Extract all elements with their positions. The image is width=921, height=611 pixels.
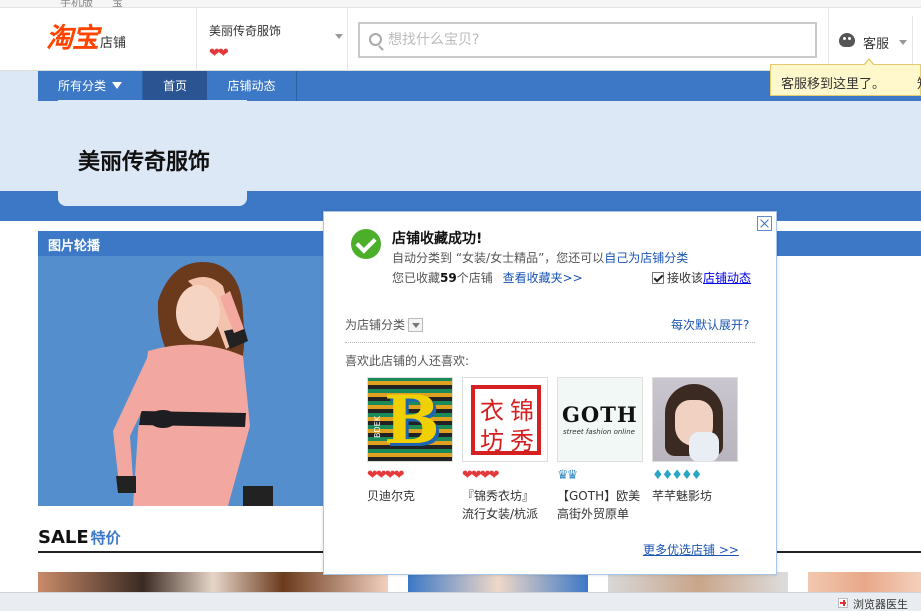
tooltip-text: 客服移到这里了。 (781, 77, 886, 92)
nav-all-categories[interactable]: 所有分类 (38, 71, 143, 101)
shop-category-select[interactable]: 为店铺分类 (345, 316, 424, 333)
shop-info-dropdown[interactable]: 美丽传奇服饰 ❤❤ (196, 8, 348, 71)
recommended-shop[interactable]: ♦♦♦♦♦ 芊芊魅影坊 (652, 377, 738, 505)
chevron-down-icon (335, 34, 343, 39)
shop-title: 美丽传奇服饰 (78, 150, 211, 175)
sale-cn: 特价 (90, 529, 121, 547)
shop-rank-diamonds: ♦♦♦♦♦ (652, 468, 702, 483)
shop-name: 美丽传奇服饰 (209, 24, 282, 38)
also-liked-label: 喜欢此店铺的人还喜欢: (345, 354, 470, 368)
recommended-shops: BDEK B ❤❤❤❤ 贝迪尔克 锦 衣 秀 坊 ❤❤❤❤ 『锦秀衣坊』 流行女… (367, 377, 747, 527)
favorites-suffix: 个店铺 (456, 271, 493, 285)
model-photo (38, 256, 324, 506)
sale-item-thumbnail[interactable] (38, 572, 388, 592)
shop-rank-crowns: ♛♛ (557, 468, 578, 483)
receive-updates-option[interactable]: 接收该店铺动态 (652, 269, 751, 286)
seal-char: 秀 (510, 427, 534, 455)
sale-heading: SALE 特价 (38, 527, 121, 548)
search-icon (369, 33, 382, 46)
auto-category-text: 自动分类到 “女装/女士精品”，您还可以自己为店铺分类 (392, 249, 688, 266)
image-carousel[interactable]: 图片轮播 (38, 231, 324, 506)
auto-category-prefix: 自动分类到 “女装/女士精品”，您还可以 (392, 251, 605, 265)
favorites-count: 59 (440, 271, 457, 285)
sale-en: SALE (38, 527, 89, 548)
shop-logo[interactable]: 锦 衣 秀 坊 (462, 377, 548, 462)
dialog-divider (345, 342, 755, 343)
default-expand-link[interactable]: 每次默认展开? (671, 316, 749, 333)
nav-home[interactable]: 首页 (143, 71, 207, 101)
seal-char: 坊 (480, 427, 504, 455)
shop-logo[interactable] (652, 377, 738, 462)
top-link[interactable]: 宝 (112, 0, 123, 7)
search-box[interactable] (358, 22, 817, 58)
view-favorites-link[interactable]: 查看收藏夹>> (503, 271, 583, 285)
dialog-title: 店铺收藏成功! (392, 231, 483, 247)
shop-logo-text: GOTH (562, 402, 638, 427)
seal-stamp: 锦 衣 秀 坊 (471, 385, 541, 455)
shop-rank-hearts: ❤❤ (209, 46, 229, 61)
shop-name-line2[interactable]: 高街外贸原单 (557, 505, 647, 523)
favorites-prefix: 您已收藏 (392, 271, 441, 285)
shop-name-line2[interactable]: 流行女装/杭派 (462, 505, 552, 523)
customer-service-label: 客服 (863, 37, 890, 52)
logo-main: 淘宝 (46, 23, 99, 54)
browser-status-bar: 浏览器医生 (0, 592, 921, 611)
recommended-shop[interactable]: 锦 衣 秀 坊 ❤❤❤❤ 『锦秀衣坊』 流行女装/杭派 (462, 377, 548, 523)
success-check-icon (351, 229, 381, 259)
favorite-success-dialog: 店铺收藏成功! 自动分类到 “女装/女士精品”，您还可以自己为店铺分类 您已收藏… (323, 211, 777, 575)
right-section-header (776, 231, 921, 256)
shop-name[interactable]: 贝迪尔克 (367, 487, 457, 505)
more-shops-link[interactable]: 更多优选店铺 >> (643, 541, 739, 558)
top-strip: 手机版 宝 (0, 0, 921, 8)
sale-item-thumbnail[interactable] (808, 572, 921, 592)
close-icon[interactable] (757, 216, 772, 231)
shop-name[interactable]: 【GOTH】欧美 (557, 487, 647, 505)
mobile-link[interactable]: 手机版 (60, 0, 93, 7)
shop-title-panel-bottom (58, 191, 247, 206)
chevron-down-icon (408, 318, 424, 332)
category-label: 为店铺分类 (345, 318, 406, 332)
self-category-link[interactable]: 自己为店铺分类 (604, 251, 688, 265)
nav-shop-dynamics[interactable]: 店铺动态 (207, 71, 297, 101)
sale-item-thumbnail[interactable] (408, 572, 588, 592)
triangle-down-icon (112, 82, 122, 89)
photo-hand (689, 432, 719, 461)
shop-logo[interactable]: GOTH street fashion online (557, 377, 643, 462)
shop-name[interactable]: 『锦秀衣坊』 (462, 487, 552, 505)
shop-logo[interactable]: BDEK B (367, 377, 453, 462)
browser-doctor-link[interactable]: 浏览器医生 (853, 596, 908, 611)
chevron-down-icon (899, 40, 907, 45)
shop-logo-small-text: BDEK (373, 416, 382, 438)
shop-dynamics-link[interactable]: 店铺动态 (703, 271, 751, 285)
recommended-shop[interactable]: GOTH street fashion online ♛♛ 【GOTH】欧美 高… (557, 377, 643, 523)
receive-prefix: 接收该 (667, 271, 704, 285)
customer-service-tooltip: 客服移到这里了。 知 (770, 58, 921, 96)
header: 淘宝 店铺 美丽传奇服饰 ❤❤ 客服 (0, 8, 921, 79)
shop-name[interactable]: 芊芊魅影坊 (652, 487, 742, 505)
nav-all-label: 所有分类 (57, 79, 106, 93)
shop-rank-hearts: ❤❤❤❤ (462, 468, 500, 483)
medical-cross-icon (838, 598, 848, 608)
receive-updates-checkbox[interactable] (652, 272, 664, 284)
service-icon (839, 33, 855, 47)
sale-item-thumbnail[interactable] (608, 572, 788, 592)
logo-sub: 店铺 (100, 36, 127, 51)
taobao-logo[interactable]: 淘宝 店铺 (46, 24, 126, 54)
search-input[interactable] (388, 29, 788, 51)
recommended-shop[interactable]: BDEK B ❤❤❤❤ 贝迪尔克 (367, 377, 453, 505)
tooltip-cut-text: 知 (917, 73, 921, 92)
shop-logo-tagline: street fashion online (563, 428, 635, 436)
shop-rank-hearts: ❤❤❤❤ (367, 468, 405, 483)
favorites-count-text: 您已收藏59个店铺 查看收藏夹>> (392, 269, 583, 286)
shop-logo-letter: B (384, 381, 440, 459)
